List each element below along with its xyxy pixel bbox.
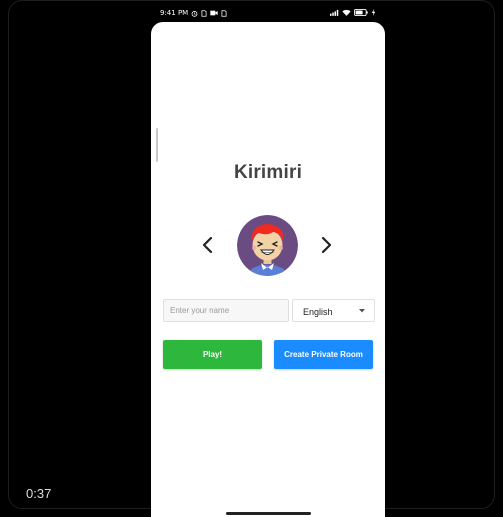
video-timer: 0:37 xyxy=(26,486,52,501)
avatar xyxy=(237,215,298,276)
next-avatar-chevron-right-icon[interactable] xyxy=(315,234,337,256)
video-icon xyxy=(210,10,218,16)
alarm-icon xyxy=(191,10,198,17)
charging-icon xyxy=(371,9,376,16)
home-indicator[interactable] xyxy=(226,512,311,515)
status-left: 9:41 PM xyxy=(160,9,227,17)
scroll-indicator xyxy=(156,128,158,162)
sim-icon xyxy=(201,9,207,17)
app-screen: Kirimiri English Play! Create Private Ro… xyxy=(151,22,385,517)
status-bar: 9:41 PM xyxy=(151,6,385,22)
create-private-room-button[interactable]: Create Private Room xyxy=(274,340,373,369)
wifi-icon xyxy=(342,9,351,16)
sim-icon xyxy=(221,9,227,17)
play-button[interactable]: Play! xyxy=(163,340,262,369)
language-select[interactable]: English xyxy=(292,299,375,322)
name-input[interactable] xyxy=(163,299,289,322)
language-select-value: English xyxy=(303,307,333,317)
status-time: 9:41 PM xyxy=(160,9,189,17)
create-private-room-label: Create Private Room xyxy=(284,350,363,359)
battery-icon xyxy=(354,9,368,16)
signal-icon xyxy=(330,9,339,16)
caret-down-icon xyxy=(359,309,365,313)
play-button-label: Play! xyxy=(202,350,223,359)
status-right xyxy=(330,9,376,16)
app-title: Kirimiri xyxy=(233,162,303,183)
previous-avatar-chevron-left-icon[interactable] xyxy=(197,234,219,256)
